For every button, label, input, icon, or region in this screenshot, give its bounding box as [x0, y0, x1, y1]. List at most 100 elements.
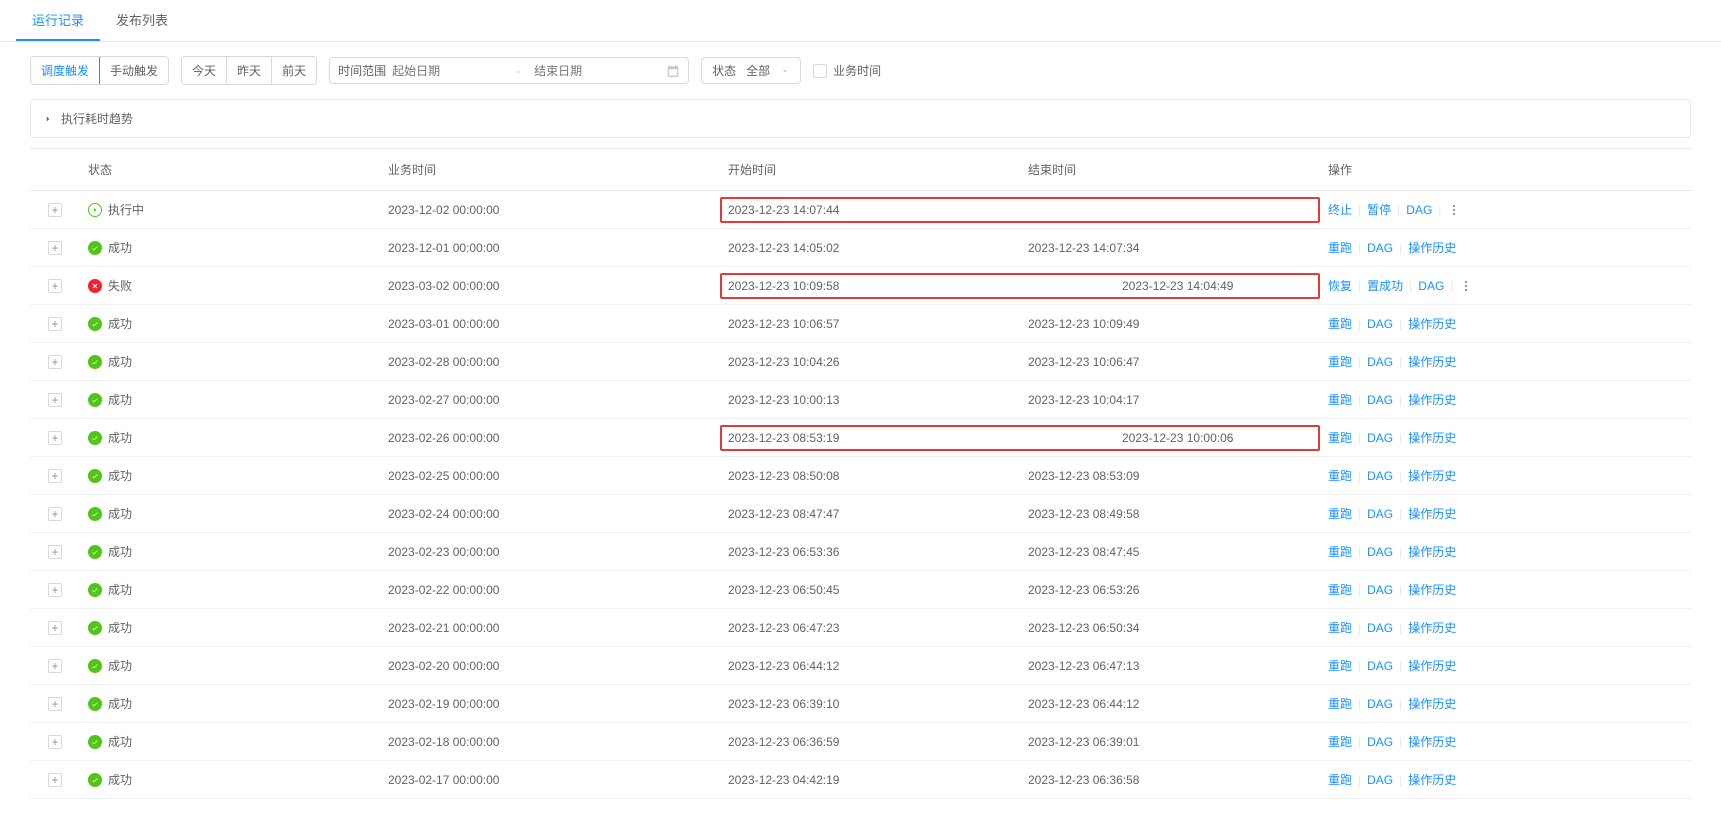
action-history[interactable]: 操作历史	[1408, 733, 1456, 750]
action-rerun[interactable]: 重跑	[1328, 619, 1352, 636]
start-time-cell: 2023-12-23 06:53:36	[720, 533, 1020, 571]
more-icon[interactable]	[1447, 203, 1461, 217]
action-dag[interactable]: DAG	[1367, 773, 1393, 787]
action-history[interactable]: 操作历史	[1408, 315, 1456, 332]
time-range-label: 时间范围	[338, 62, 386, 79]
expand-icon[interactable]: +	[48, 659, 62, 673]
action-history[interactable]: 操作历史	[1408, 391, 1456, 408]
expand-icon[interactable]: +	[48, 279, 62, 293]
trigger-manual-button[interactable]: 手动触发	[100, 57, 168, 84]
action-history[interactable]: 操作历史	[1408, 239, 1456, 256]
expand-icon[interactable]: +	[48, 355, 62, 369]
table-row: +成功2023-02-18 00:00:002023-12-23 06:36:5…	[30, 723, 1691, 761]
start-time-cell: 2023-12-23 10:09:58	[728, 279, 1112, 293]
action-stop[interactable]: 终止	[1328, 201, 1352, 218]
action-rerun[interactable]: 重跑	[1328, 391, 1352, 408]
actions-cell: 重跑|DAG|操作历史	[1328, 695, 1683, 712]
action-dag[interactable]: DAG	[1406, 203, 1432, 217]
action-rerun[interactable]: 重跑	[1328, 239, 1352, 256]
action-history[interactable]: 操作历史	[1408, 695, 1456, 712]
action-dag[interactable]: DAG	[1367, 735, 1393, 749]
action-dag[interactable]: DAG	[1367, 659, 1393, 673]
expand-icon[interactable]: +	[48, 203, 62, 217]
expand-icon[interactable]: +	[48, 393, 62, 407]
end-date-input[interactable]	[534, 64, 644, 78]
tab-publish-list[interactable]: 发布列表	[100, 0, 184, 41]
action-divider: |	[1399, 621, 1402, 635]
action-dag[interactable]: DAG	[1367, 469, 1393, 483]
status-success-icon	[88, 469, 102, 483]
action-rerun[interactable]: 重跑	[1328, 657, 1352, 674]
action-rerun[interactable]: 重跑	[1328, 429, 1352, 446]
action-history[interactable]: 操作历史	[1408, 429, 1456, 446]
actions-cell: 重跑|DAG|操作历史	[1328, 391, 1683, 408]
yesterday-button[interactable]: 昨天	[227, 57, 272, 84]
table-row: +成功2023-02-19 00:00:002023-12-23 06:39:1…	[30, 685, 1691, 723]
date-range-picker[interactable]: 时间范围 -	[329, 57, 689, 84]
more-icon[interactable]	[1459, 279, 1473, 293]
expand-icon[interactable]: +	[48, 773, 62, 787]
expand-icon[interactable]: +	[48, 545, 62, 559]
expand-icon[interactable]: +	[48, 469, 62, 483]
expand-icon[interactable]: +	[48, 241, 62, 255]
expand-icon[interactable]: +	[48, 735, 62, 749]
action-dag[interactable]: DAG	[1367, 431, 1393, 445]
chevron-right-icon	[43, 114, 53, 124]
action-history[interactable]: 操作历史	[1408, 771, 1456, 788]
status-cell: 成功	[88, 505, 372, 522]
end-time-cell: 2023-12-23 14:07:34	[1020, 229, 1320, 267]
action-history[interactable]: 操作历史	[1408, 581, 1456, 598]
action-rerun[interactable]: 重跑	[1328, 695, 1352, 712]
tab-run-records[interactable]: 运行记录	[16, 0, 100, 41]
action-rerun[interactable]: 重跑	[1328, 581, 1352, 598]
action-rerun[interactable]: 重跑	[1328, 771, 1352, 788]
action-dag[interactable]: DAG	[1367, 583, 1393, 597]
action-rerun[interactable]: 重跑	[1328, 733, 1352, 750]
action-history[interactable]: 操作历史	[1408, 619, 1456, 636]
day-before-button[interactable]: 前天	[272, 57, 316, 84]
action-history[interactable]: 操作历史	[1408, 467, 1456, 484]
expand-icon[interactable]: +	[48, 621, 62, 635]
action-rerun[interactable]: 重跑	[1328, 467, 1352, 484]
action-dag[interactable]: DAG	[1367, 621, 1393, 635]
action-rerun[interactable]: 重跑	[1328, 543, 1352, 560]
exec-trend-panel[interactable]: 执行耗时趋势	[30, 99, 1691, 138]
action-dag[interactable]: DAG	[1367, 393, 1393, 407]
action-history[interactable]: 操作历史	[1408, 505, 1456, 522]
action-dag[interactable]: DAG	[1367, 507, 1393, 521]
run-table: 状态 业务时间 开始时间 结束时间 操作 +执行中2023-12-02 00:0…	[30, 148, 1691, 799]
status-text: 成功	[108, 467, 132, 484]
trigger-schedule-button[interactable]: 调度触发	[31, 57, 100, 84]
biz-time-label: 业务时间	[833, 62, 881, 79]
action-recover[interactable]: 恢复	[1328, 277, 1352, 294]
action-dag[interactable]: DAG	[1367, 317, 1393, 331]
status-success-icon	[88, 545, 102, 559]
action-dag[interactable]: DAG	[1367, 545, 1393, 559]
action-history[interactable]: 操作历史	[1408, 543, 1456, 560]
expand-icon[interactable]: +	[48, 431, 62, 445]
action-history[interactable]: 操作历史	[1408, 353, 1456, 370]
status-text: 成功	[108, 657, 132, 674]
action-dag[interactable]: DAG	[1418, 279, 1444, 293]
action-dag[interactable]: DAG	[1367, 355, 1393, 369]
action-rerun[interactable]: 重跑	[1328, 505, 1352, 522]
action-dag[interactable]: DAG	[1367, 241, 1393, 255]
status-select[interactable]: 状态 全部	[701, 57, 801, 84]
expand-icon[interactable]: +	[48, 507, 62, 521]
expand-icon[interactable]: +	[48, 697, 62, 711]
start-date-input[interactable]	[392, 64, 502, 78]
action-divider: |	[1358, 469, 1361, 483]
biz-time-cell: 2023-02-18 00:00:00	[380, 723, 720, 761]
actions-cell: 重跑|DAG|操作历史	[1328, 733, 1683, 750]
action-dag[interactable]: DAG	[1367, 697, 1393, 711]
expand-icon[interactable]: +	[48, 317, 62, 331]
action-rerun[interactable]: 重跑	[1328, 315, 1352, 332]
action-history[interactable]: 操作历史	[1408, 657, 1456, 674]
action-setok[interactable]: 置成功	[1367, 277, 1403, 294]
expand-icon[interactable]: +	[48, 583, 62, 597]
table-row: +成功2023-02-23 00:00:002023-12-23 06:53:3…	[30, 533, 1691, 571]
action-pause[interactable]: 暂停	[1367, 201, 1391, 218]
biz-time-checkbox[interactable]: 业务时间	[813, 62, 881, 79]
action-rerun[interactable]: 重跑	[1328, 353, 1352, 370]
today-button[interactable]: 今天	[182, 57, 227, 84]
